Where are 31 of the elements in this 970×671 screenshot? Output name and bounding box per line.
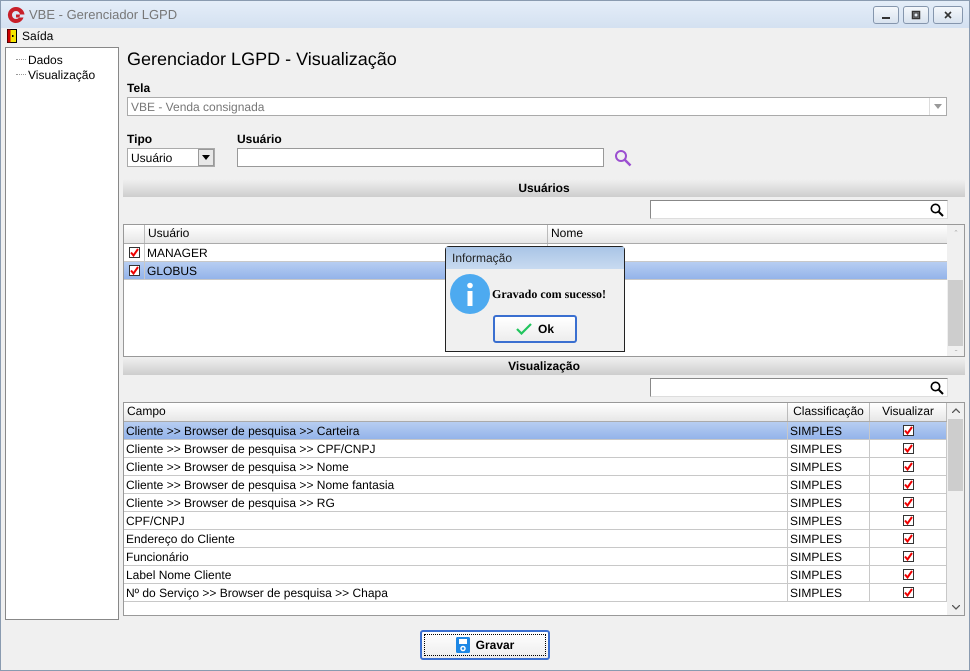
table-cell: SIMPLES: [790, 568, 842, 582]
table-cell: SIMPLES: [790, 532, 842, 546]
table-cell: Funcionário: [126, 550, 189, 564]
field-label: Tela: [127, 81, 152, 95]
table-cell: GLOBUS: [147, 264, 198, 278]
table-cell: Cliente >> Browser de pesquisa >> Nome: [126, 460, 349, 474]
table-cell: SIMPLES: [790, 442, 842, 456]
table-cell: SIMPLES: [790, 514, 842, 528]
dialog-title: Informação: [446, 247, 624, 269]
field-label: Usuário: [237, 132, 283, 146]
table-cell: SIMPLES: [790, 478, 842, 492]
table-cell: SIMPLES: [790, 586, 842, 600]
section-title: Usuários: [518, 181, 570, 195]
table-cell: Label Nome Cliente: [126, 568, 232, 582]
field-label: Tipo: [127, 132, 154, 146]
table-cell: SIMPLES: [790, 550, 842, 564]
page-heading: Gerenciador LGPD - Visualização: [127, 48, 398, 71]
table-cell: SIMPLES: [790, 496, 842, 510]
table-cell: Cliente >> Browser de pesquisa >> Nome fantasia: [126, 478, 394, 492]
table-cell: CPF/CNPJ: [126, 514, 185, 528]
table-cell: Cliente >> Browser de pesquisa >> CPF/CNPJ: [126, 442, 376, 456]
table-cell: Cliente >> Browser de pesquisa >> RG: [126, 496, 335, 510]
table-cell: Cliente >> Browser de pesquisa >> Carteira: [126, 424, 360, 438]
section-title: Visualização: [508, 359, 580, 373]
table-cell: SIMPLES: [790, 460, 842, 474]
dialog-message: Gravado com sucesso!: [492, 286, 606, 302]
table-cell: MANAGER: [147, 246, 208, 260]
table-cell: SIMPLES: [790, 424, 842, 438]
window-title: VBE - Gerenciador LGPD: [29, 7, 178, 22]
table-cell: Nº do Serviço >> Browser de pesquisa >> Chapa: [126, 586, 388, 600]
table-cell: Endereço do Cliente: [126, 532, 235, 546]
